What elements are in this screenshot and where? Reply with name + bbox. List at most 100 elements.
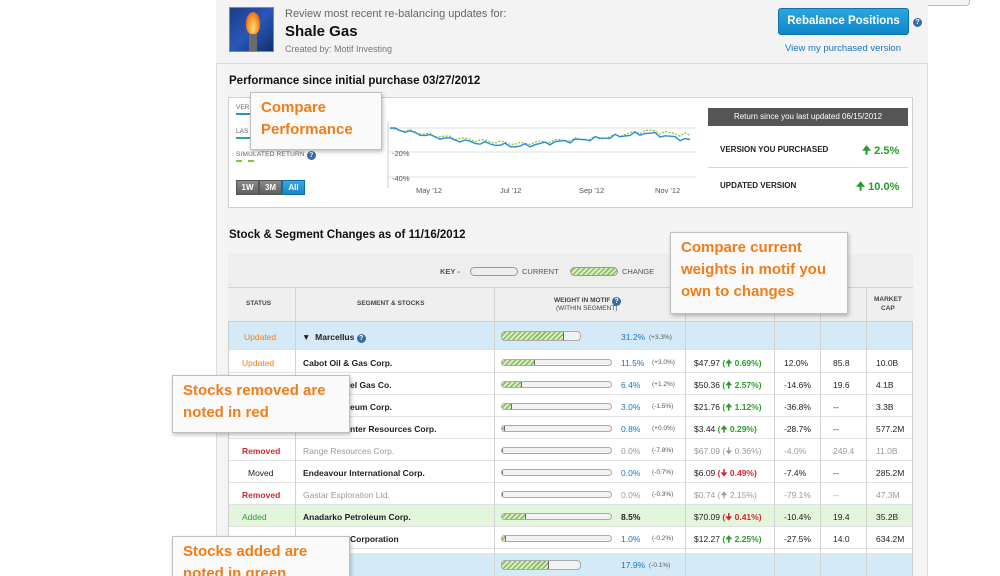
- row-stock-name[interactable]: Cabot Oil & Gas Corp.: [303, 358, 392, 368]
- row-status: Removed: [242, 490, 281, 500]
- row-ratio: --: [833, 468, 839, 478]
- y-tick-20: -20%: [392, 149, 410, 158]
- row-ratio: 19.6: [833, 380, 850, 390]
- legend-simulated-line: [236, 160, 254, 162]
- key-change-pill: [570, 267, 618, 276]
- row-change: -27.5%: [784, 534, 811, 544]
- row-status: Updated: [242, 358, 275, 368]
- key-label: KEY -: [440, 267, 460, 276]
- row-status: Moved: [248, 468, 274, 478]
- row-market-cap: 47.3M: [876, 490, 900, 500]
- row-weight-bar: [501, 425, 612, 432]
- callout-compare-performance: Compare Performance: [250, 92, 382, 150]
- version-return-line: [389, 127, 691, 148]
- row-weight-pct: 0.0%: [621, 468, 641, 478]
- row-price: $6.09 (🠋 0.49%): [694, 468, 757, 478]
- row-weight-chg: (-1.5%): [652, 403, 674, 410]
- row-market-cap: 10.0B: [876, 358, 899, 368]
- help-icon[interactable]: ?: [913, 18, 922, 27]
- row-stock-name[interactable]: Range Resources Corp.: [303, 446, 394, 456]
- row-weight-pct: 0.8%: [621, 424, 641, 434]
- row-change: -28.7%: [784, 424, 811, 434]
- row-market-cap: 3.3B: [876, 402, 894, 412]
- row-market-cap: 11.0B: [876, 446, 898, 456]
- col-divider: [866, 288, 867, 576]
- row-change: -7.4%: [784, 468, 807, 478]
- return-divider: [708, 167, 908, 168]
- row-weight-pct: 0.0%: [621, 490, 641, 500]
- range-1w-button[interactable]: 1W: [236, 180, 259, 195]
- row-ratio: 19.4: [833, 512, 850, 522]
- row-weight-bar: [501, 447, 612, 454]
- row-weight-bar: [501, 491, 612, 498]
- row-price: $3.44 (🠉 0.29%): [694, 424, 757, 434]
- row-weight-pct: 6.4%: [621, 380, 641, 390]
- row-ratio: 14.0: [833, 534, 850, 544]
- row-weight-chg: (-7.8%): [652, 447, 674, 454]
- row-stock-name[interactable]: Corporation: [350, 534, 399, 544]
- row-stock-name[interactable]: nter Resources Corp.: [350, 424, 436, 434]
- row-ratio: 249.4: [833, 446, 855, 456]
- segment-chg: (+3.3%): [649, 334, 672, 341]
- row-stock-name[interactable]: Anadarko Petroleum Corp.: [303, 512, 411, 522]
- row-weight-pct: 3.0%: [621, 402, 641, 412]
- row-stock-name[interactable]: el Gas Co.: [350, 380, 392, 390]
- col-divider: [685, 288, 686, 576]
- row-ratio: --: [833, 490, 839, 500]
- row-ratio: --: [833, 402, 839, 412]
- row-stock-name[interactable]: Endeavour International Corp.: [303, 468, 425, 478]
- next-segment-weight-bar: [501, 560, 581, 570]
- row-weight-bar: [501, 403, 612, 410]
- return-header: Return since you last updated 06/15/2012: [708, 108, 908, 126]
- row-market-cap: 285.2M: [876, 468, 905, 478]
- row-weight-bar: [501, 359, 612, 366]
- range-all-button[interactable]: All: [282, 180, 305, 195]
- updated-version-label: UPDATED VERSION: [720, 181, 797, 190]
- row-change: -79.1%: [784, 490, 811, 500]
- motif-name: Shale Gas: [285, 23, 358, 40]
- row-price: $0.74 (🠉 2.15%): [694, 490, 757, 500]
- row-stock-name[interactable]: eum Corp.: [350, 402, 392, 412]
- row-market-cap: 35.2B: [876, 512, 899, 522]
- legend-last-label: LAS: [236, 128, 249, 135]
- range-selector: 1W 3M All: [236, 180, 305, 195]
- rebalance-positions-button[interactable]: Rebalance Positions: [778, 8, 909, 35]
- row-price: $21.76 (🠉 1.12%): [694, 402, 762, 412]
- x-tick-sep: Sep '12: [579, 186, 604, 195]
- row-market-cap: 4.1B: [876, 380, 894, 390]
- row-change: -10.4%: [784, 512, 811, 522]
- key-current-label: CURRENT: [522, 267, 559, 276]
- row-price: $12.27 (🠉 2.25%): [694, 534, 762, 544]
- y-tick-40: -40%: [392, 174, 410, 183]
- row-weight-bar: [501, 469, 612, 476]
- row-market-cap: 634.2M: [876, 534, 905, 544]
- version-purchased-label: VERSION YOU PURCHASED: [720, 145, 829, 154]
- next-segment-chg: (-0.1%): [649, 562, 671, 569]
- th-weight-sub: (WITHIN SEGMENT): [556, 305, 618, 312]
- created-by: Created by: Motif Investing: [285, 44, 393, 54]
- x-tick-may: May '12: [416, 186, 442, 195]
- row-stock-name[interactable]: Gastar Exploration Ltd.: [303, 490, 390, 500]
- row-price: $50.36 (🠉 2.57%): [694, 380, 762, 390]
- row-ratio: 85.8: [833, 358, 850, 368]
- th-segment: SEGMENT & STOCKS: [357, 300, 425, 307]
- range-3m-button[interactable]: 3M: [259, 180, 282, 195]
- view-purchased-version-link[interactable]: View my purchased version: [785, 43, 901, 54]
- x-tick-jul: Jul '12: [500, 186, 521, 195]
- row-change: -36.8%: [784, 402, 811, 412]
- row-weight-bar: [501, 381, 612, 388]
- version-purchased-value: 🠉 2.5%: [862, 145, 900, 157]
- changes-title: Stock & Segment Changes as of 11/16/2012: [229, 229, 466, 241]
- row-status: Added: [242, 512, 267, 522]
- motif-logo: [229, 7, 274, 52]
- key-current-pill: [470, 267, 518, 276]
- callout-added-green: Stocks added are noted in green: [172, 536, 350, 576]
- segment-name[interactable]: ▼ Marcellus ?: [302, 332, 366, 343]
- row-status: Removed: [242, 446, 281, 456]
- callout-compare-weights: Compare current weights in motif you own t…: [670, 232, 848, 314]
- row-weight-chg: (+3.0%): [652, 359, 675, 366]
- row-price: $67.09 (🠋 0.36%): [694, 446, 762, 456]
- row-weight-chg: (+0.0%): [652, 425, 675, 432]
- updated-version-value: 🠉 10.0%: [856, 181, 900, 193]
- row-change: -14.6%: [784, 380, 811, 390]
